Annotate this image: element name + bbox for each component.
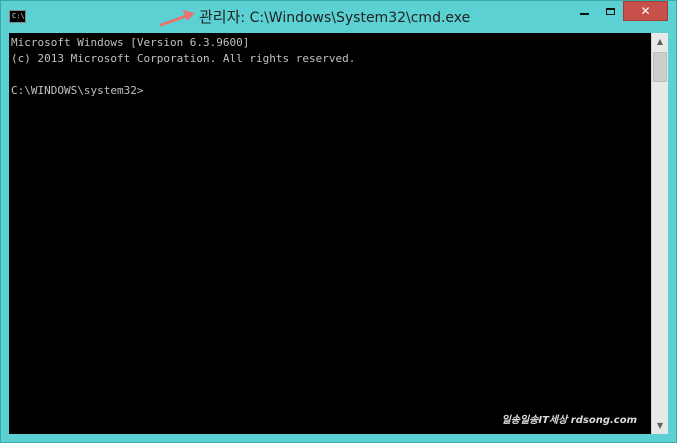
console-text: Microsoft Windows [Version 6.3.9600] (c)… — [9, 33, 651, 99]
scroll-down-button[interactable]: ▼ — [652, 417, 668, 434]
minimize-icon — [579, 13, 589, 15]
scroll-down-icon: ▼ — [656, 421, 664, 430]
title-bar[interactable]: C:\ 관리자: C:\Windows\System32\cmd.exe ✕ — [1, 1, 676, 33]
title-path: : C:\Windows\System32\cmd.exe — [240, 10, 471, 26]
maximize-icon — [605, 7, 615, 15]
window-title: 관리자: C:\Windows\System32\cmd.exe — [199, 8, 470, 27]
title-admin-label: 관리자 — [199, 8, 241, 26]
console-line-copyright: (c) 2013 Microsoft Corporation. All righ… — [11, 52, 356, 65]
console-output[interactable]: Microsoft Windows [Version 6.3.9600] (c)… — [9, 33, 651, 434]
window-controls: ✕ — [571, 1, 668, 21]
cmd-icon-glyph: C:\ — [12, 12, 25, 20]
close-button[interactable]: ✕ — [623, 1, 668, 21]
scrollbar-thumb[interactable] — [653, 52, 667, 82]
watermark: 일송일송IT세상 rdsong.com — [501, 415, 637, 426]
cmd-app-icon[interactable]: C:\ — [9, 10, 26, 23]
maximize-button[interactable] — [597, 1, 623, 21]
annotation-arrow-icon — [159, 10, 195, 27]
close-icon: ✕ — [640, 4, 651, 18]
console-line-version: Microsoft Windows [Version 6.3.9600] — [11, 36, 250, 49]
cmd-window: C:\ 관리자: C:\Windows\System32\cmd.exe ✕ M… — [0, 0, 677, 443]
vertical-scrollbar[interactable]: ▲ ▼ — [651, 33, 668, 434]
minimize-button[interactable] — [571, 1, 597, 21]
scroll-up-icon: ▲ — [656, 37, 664, 46]
console-prompt: C:\WINDOWS\system32> — [11, 84, 144, 97]
scroll-up-button[interactable]: ▲ — [652, 33, 668, 50]
